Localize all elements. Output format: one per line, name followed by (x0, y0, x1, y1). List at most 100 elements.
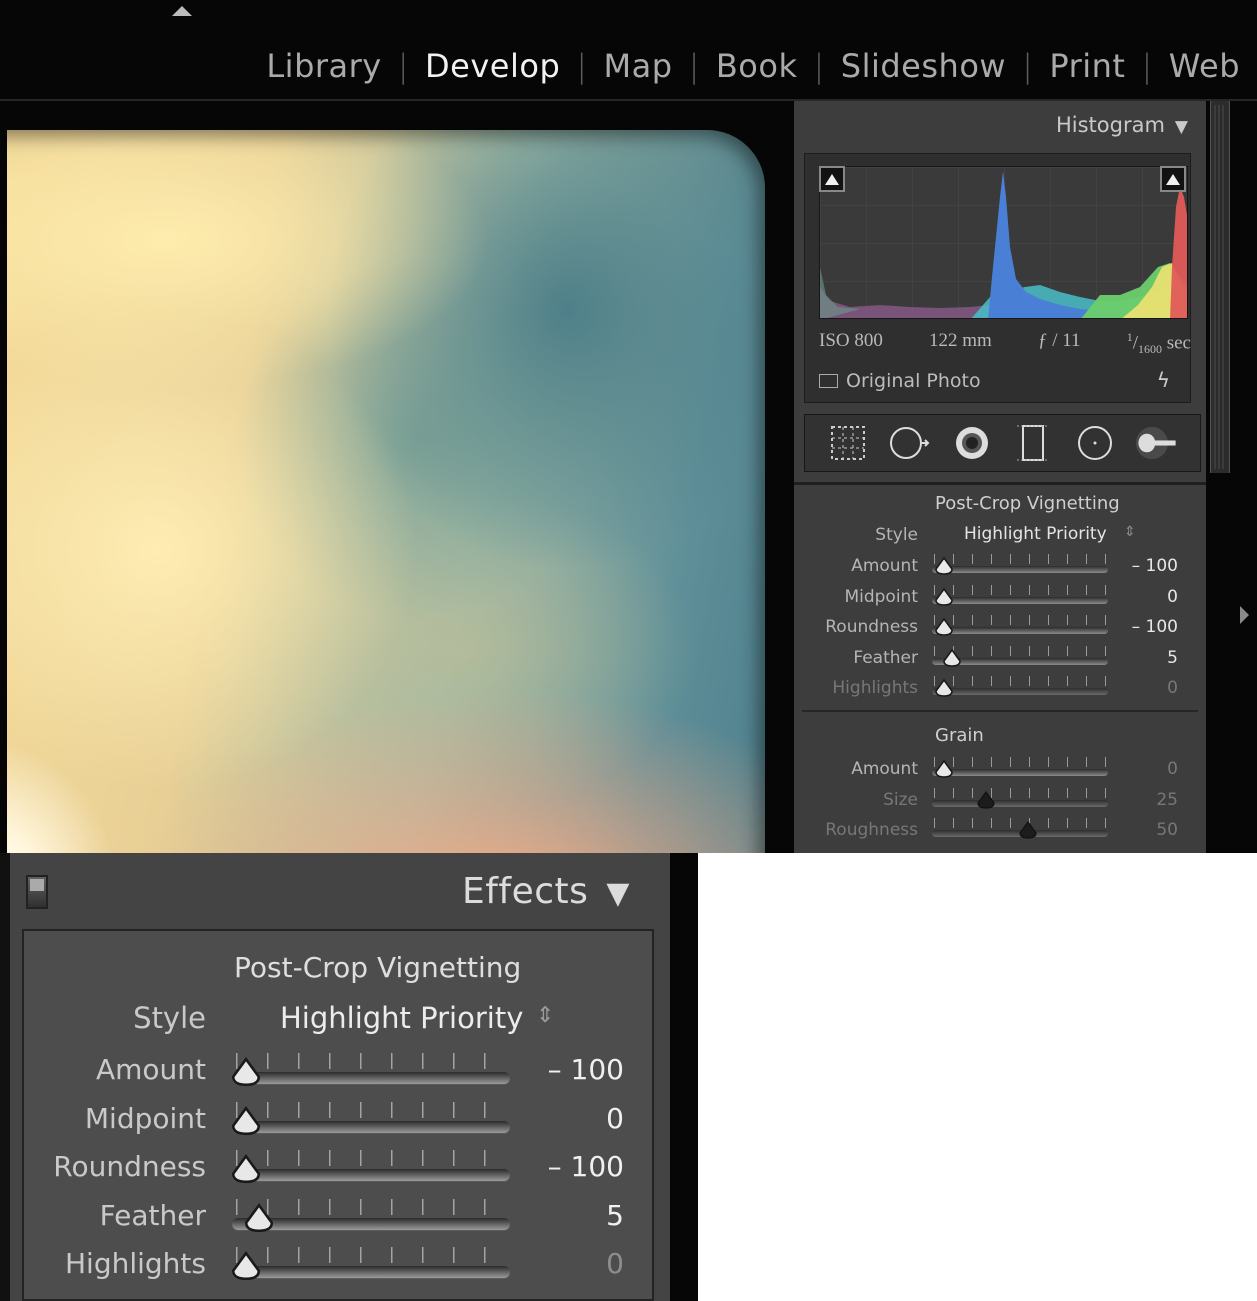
vignetting-amount-label: Amount (851, 556, 918, 576)
vignetting-amount-slider-thumb[interactable] (934, 556, 953, 575)
vignetting-roundness-slider-thumb[interactable] (230, 1154, 262, 1184)
photo-preview[interactable] (7, 116, 767, 853)
grain-size-value[interactable]: 25 (1098, 790, 1178, 810)
style-value[interactable]: Highlight Priority (280, 1001, 523, 1035)
vignetting-highlights-slider-thumb[interactable] (230, 1251, 262, 1281)
grain-amount-value[interactable]: 0 (1098, 759, 1178, 779)
vignetting-feather-value[interactable]: 5 (1098, 648, 1178, 668)
vignetting-feather-slider-row: Feather 5 (24, 1195, 656, 1241)
module-map[interactable]: Map (604, 47, 673, 85)
module-book[interactable]: Book (716, 47, 798, 85)
updown-arrow-icon[interactable]: ⇕ (536, 1003, 554, 1028)
updown-arrow-icon[interactable]: ⇕ (1124, 524, 1136, 540)
highlight-clipping-button[interactable] (1160, 166, 1186, 192)
slider-ticks (236, 1198, 506, 1215)
vignetting-highlights-value[interactable]: 0 (1098, 678, 1178, 698)
vignetting-amount-slider-thumb[interactable] (230, 1057, 262, 1087)
grain-size-slider-row: Size 25 (794, 786, 1206, 816)
grain-size-label: Size (883, 789, 918, 810)
vignetting-style-row[interactable]: Style Highlight Priority ⇕ (24, 1001, 656, 1041)
crop-overlay-icon[interactable] (826, 421, 870, 465)
original-photo-toggle[interactable]: Original Photo (819, 370, 981, 392)
vignetting-highlights-slider-row: Highlights 0 (794, 674, 1206, 704)
slider-ticks (236, 1150, 506, 1166)
module-slideshow[interactable]: Slideshow (841, 47, 1006, 85)
module-separator: | (576, 47, 588, 85)
vignetting-feather-label: Feather (853, 647, 918, 668)
grain-amount-slider-track[interactable] (932, 769, 1108, 776)
focal-length-value: 122 mm (929, 330, 992, 351)
histogram-chart (820, 167, 1187, 318)
vignetting-amount-value[interactable]: – 100 (1098, 556, 1178, 576)
panel-scrollbar[interactable] (1210, 101, 1230, 473)
vignetting-roundness-slider-row: Roundness – 100 (24, 1146, 656, 1192)
vignetting-roundness-slider-track[interactable] (932, 627, 1108, 634)
vignetting-style-row[interactable]: Style Highlight Priority ⇕ (794, 521, 1206, 551)
panel-divider (794, 482, 1206, 485)
vignetting-amount-slider-row: Amount – 100 (794, 552, 1206, 582)
vignetting-midpoint-slider-row: Midpoint 0 (794, 583, 1206, 613)
histogram-graph[interactable] (819, 166, 1188, 319)
module-library[interactable]: Library (266, 47, 381, 85)
grain-size-slider-thumb[interactable] (976, 790, 995, 809)
vignetting-feather-value[interactable]: 5 (524, 1199, 624, 1232)
vignetting-midpoint-value[interactable]: 0 (1098, 587, 1178, 607)
lightning-icon[interactable]: ϟ (1157, 368, 1170, 392)
vignetting-amount-value[interactable]: – 100 (524, 1053, 624, 1086)
vignetting-midpoint-slider-track[interactable] (232, 1120, 510, 1133)
vignetting-midpoint-slider-thumb[interactable] (934, 587, 953, 606)
vignetting-midpoint-slider-thumb[interactable] (230, 1105, 262, 1136)
effects-title: Effects (462, 871, 589, 912)
photo-vignette-overlay (7, 116, 767, 853)
triangle-down-icon[interactable]: ▼ (606, 876, 630, 911)
triangle-down-icon[interactable]: ▼ (1175, 117, 1188, 137)
vignetting-midpoint-slider-track[interactable] (932, 596, 1108, 604)
vignetting-title: Post-Crop Vignetting (234, 951, 522, 984)
adjustment-brush-icon[interactable] (1135, 421, 1179, 465)
module-print[interactable]: Print (1049, 47, 1125, 85)
vignetting-roundness-label: Roundness (53, 1150, 206, 1183)
vignetting-amount-slider-track[interactable] (232, 1072, 510, 1084)
style-value[interactable]: Highlight Priority (964, 524, 1107, 544)
style-label: Style (875, 525, 918, 545)
vignetting-amount-label: Amount (95, 1053, 206, 1086)
grain-amount-label: Amount (851, 759, 918, 779)
vignetting-highlights-value[interactable]: 0 (524, 1247, 624, 1280)
vignetting-highlights-slider-thumb[interactable] (934, 678, 953, 697)
vignetting-highlights-slider-track[interactable] (232, 1266, 510, 1278)
graduated-filter-icon[interactable] (1011, 421, 1055, 465)
aperture-value: ƒ / 11 (1037, 330, 1081, 351)
slider-ticks (236, 1053, 506, 1069)
slider-ticks (934, 787, 1106, 798)
vignetting-highlights-slider-track[interactable] (932, 688, 1108, 695)
vignetting-midpoint-value[interactable]: 0 (524, 1102, 624, 1135)
right-panel-arrow-icon[interactable] (1240, 606, 1249, 624)
vignetting-roundness-slider-track[interactable] (232, 1169, 510, 1181)
histogram-header[interactable]: Histogram ▼ (794, 113, 1206, 137)
develop-module-screenshot: Library | Develop | Map | Book | Slidesh… (0, 0, 1257, 853)
collapse-top-panel-icon[interactable] (172, 6, 192, 16)
shadow-clipping-button[interactable] (819, 166, 845, 192)
radial-filter-icon[interactable] (1073, 421, 1117, 465)
tool-strip (804, 414, 1201, 472)
vignetting-feather-slider-thumb[interactable] (942, 648, 962, 667)
vignetting-roundness-value[interactable]: – 100 (524, 1150, 624, 1183)
exif-info: ISO 800 122 mm ƒ / 11 1/1600 sec (819, 330, 1191, 357)
module-separator: | (1022, 47, 1034, 85)
vignetting-roundness-value[interactable]: – 100 (1098, 617, 1178, 637)
module-web[interactable]: Web (1169, 47, 1240, 85)
red-eye-icon[interactable] (950, 421, 994, 465)
spot-removal-icon[interactable] (888, 421, 932, 465)
vignetting-roundness-slider-thumb[interactable] (934, 617, 953, 636)
module-develop[interactable]: Develop (425, 47, 560, 85)
grain-roughness-slider-thumb[interactable] (1018, 820, 1037, 839)
vignetting-feather-slider-thumb[interactable] (243, 1202, 275, 1233)
vignetting-amount-slider-track[interactable] (932, 566, 1108, 573)
panel-on-off-switch[interactable] (26, 875, 48, 909)
checkbox-icon[interactable] (819, 374, 838, 388)
effects-header[interactable]: Effects ▼ (462, 871, 630, 912)
grain-roughness-value[interactable]: 50 (1098, 820, 1178, 840)
grain-size-slider-track[interactable] (932, 799, 1108, 807)
slider-ticks (236, 1101, 506, 1118)
grain-amount-slider-thumb[interactable] (934, 759, 953, 778)
